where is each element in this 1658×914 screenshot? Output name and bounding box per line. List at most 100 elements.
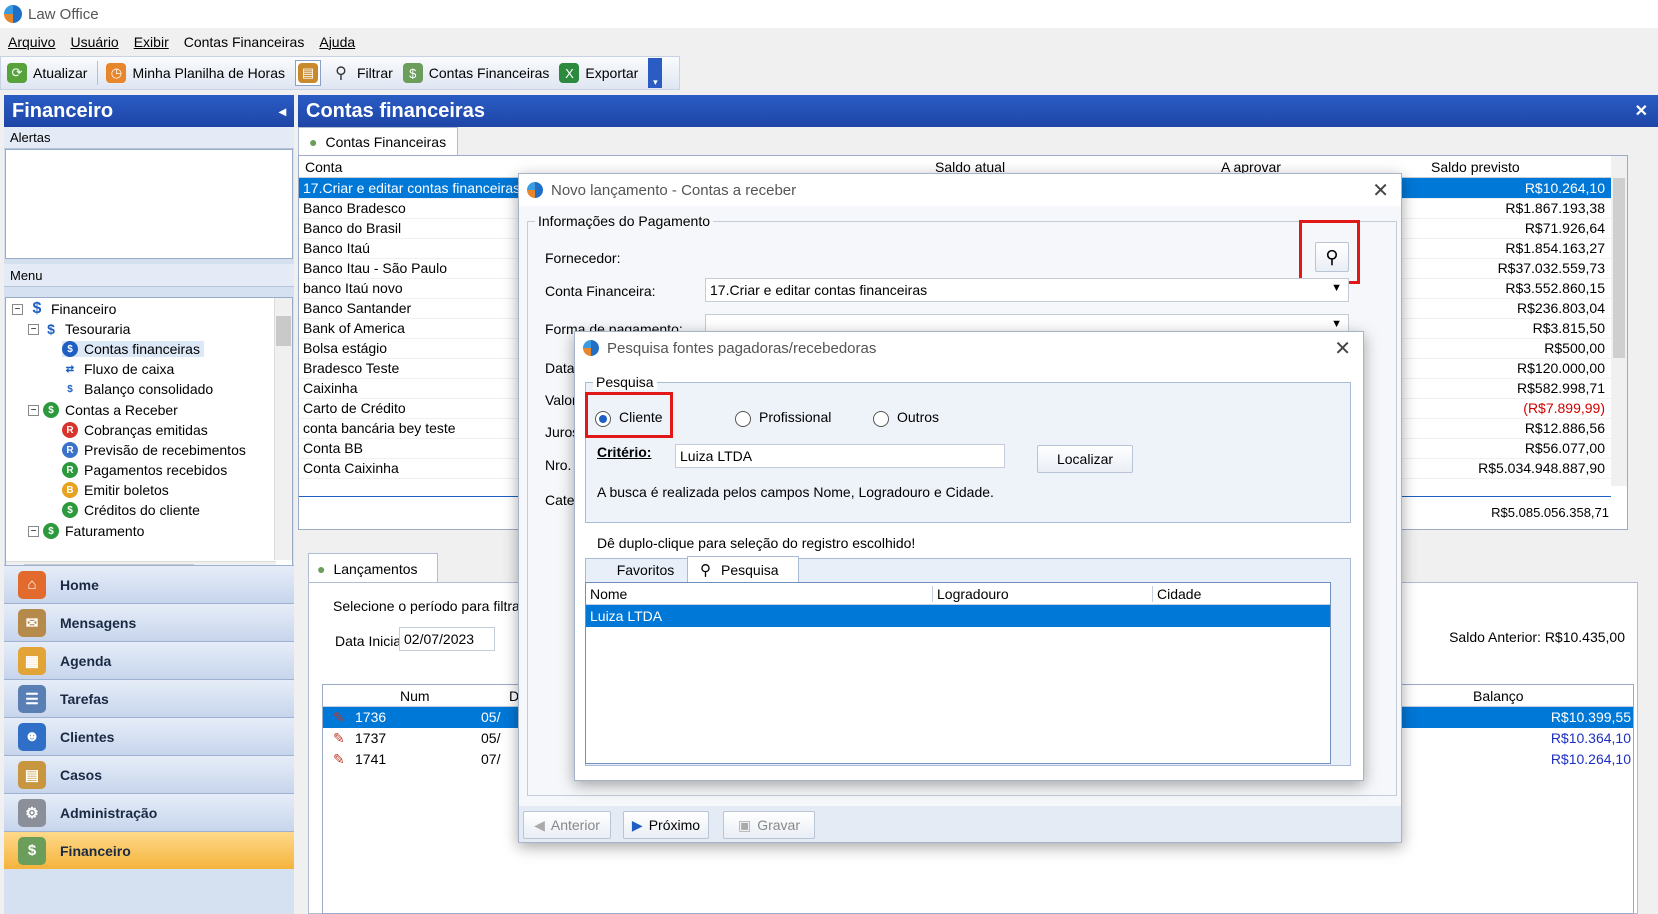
dialog2-close-icon[interactable]: ✕ <box>1334 336 1351 361</box>
row-saldo-previsto: R$3.815,50 <box>1532 320 1605 336</box>
saldo-anterior: Saldo Anterior: R$10.435,00 <box>1449 629 1625 645</box>
tree-vscrollbar[interactable] <box>274 298 292 560</box>
tasks-icon: ☰ <box>18 684 46 713</box>
calendar-icon: ▦ <box>18 646 46 675</box>
annotation-highlight <box>1299 220 1360 284</box>
menu-exibir[interactable]: Exibir <box>134 34 169 50</box>
tree-item-cobrancas[interactable]: R Cobranças emitidas <box>62 422 208 438</box>
row-saldo-previsto: R$56.077,00 <box>1524 440 1605 456</box>
radio-outros[interactable]: Outros <box>873 409 939 427</box>
row-conta: Conta Caixinha <box>303 460 399 476</box>
nav-home[interactable]: ⌂ Home <box>4 565 294 603</box>
atualizar-button[interactable]: ⟳ Atualizar <box>7 63 87 83</box>
conta-financeira-select[interactable]: 17.Criar e editar contas financeiras ▼ <box>705 278 1349 302</box>
row-saldo-previsto: R$5.034.948.887,90 <box>1478 460 1605 476</box>
dollar-icon: $ <box>32 300 42 317</box>
tree-item-contas-financeiras[interactable]: $ Contas financeiras <box>62 341 204 357</box>
tab-favoritos[interactable]: Favoritos <box>601 558 691 582</box>
tree-item-contas-receber[interactable]: − $ Contas a Receber <box>28 402 178 418</box>
tree-item-pagamentos[interactable]: R Pagamentos recebidos <box>62 462 227 478</box>
annotation-highlight <box>585 392 673 438</box>
tree-item-faturamento[interactable]: − $ Faturamento <box>28 523 144 539</box>
app-logo-icon <box>583 340 599 356</box>
radio-profissional[interactable]: Profissional <box>735 409 831 427</box>
edit-icon: ✎ <box>333 709 345 725</box>
row-saldo-previsto: R$12.886,56 <box>1524 420 1605 436</box>
pesquisa-dialog: Pesquisa fontes pagadoras/recebedoras ✕ P… <box>574 331 1364 781</box>
nav-administracao[interactable]: ⚙ Administração <box>4 793 294 831</box>
contas-button[interactable]: $ Contas Financeiras <box>402 63 549 83</box>
admin-icon: ⚙ <box>18 798 46 827</box>
col-nome[interactable]: Nome <box>590 586 627 602</box>
close-icon[interactable]: ✕ <box>1635 101 1648 121</box>
nav-casos[interactable]: ▤ Casos <box>4 755 294 793</box>
gravar-button[interactable]: ▣ Gravar <box>723 811 815 839</box>
menu-usuario[interactable]: Usuário <box>70 34 118 50</box>
tree-item-boletos[interactable]: B Emitir boletos <box>62 482 169 498</box>
edit-icon: ✎ <box>333 730 345 746</box>
window-title-bar: Law Office <box>0 0 1658 28</box>
nav-clientes[interactable]: ☻ Clientes <box>4 717 294 755</box>
planilha-button[interactable]: ◷ Minha Planilha de Horas <box>106 63 285 83</box>
double-click-hint: Dê duplo-clique para seleção do registro… <box>597 535 916 551</box>
radio-unchecked-icon <box>735 411 751 427</box>
proximo-button[interactable]: ▶ Próximo <box>623 811 709 839</box>
nav-financeiro[interactable]: $ Financeiro <box>4 831 294 869</box>
col-cidade[interactable]: Cidade <box>1152 586 1201 602</box>
anterior-button[interactable]: ◀ Anterior <box>523 811 611 839</box>
col-conta[interactable]: Conta <box>305 159 342 175</box>
dollar-icon: $ <box>62 341 78 357</box>
collapse-icon[interactable]: ◂ <box>279 103 286 120</box>
exportar-button[interactable]: X Exportar <box>559 63 638 83</box>
dialog1-close-icon[interactable]: ✕ <box>1372 178 1389 203</box>
result-row[interactable]: Luiza LTDA <box>586 605 1330 627</box>
tree-item-previsao[interactable]: R Previsão de recebimentos <box>62 442 246 458</box>
filtrar-button[interactable]: ⚲ Filtrar <box>331 63 393 83</box>
periodo-label: Selecione o período para filtra <box>333 598 520 614</box>
tab-contas-financeiras[interactable]: ● Contas Financeiras <box>298 127 458 155</box>
money-icon: ● <box>309 133 318 150</box>
toolbar: ⟳ Atualizar ◷ Minha Planilha de Horas ▤ ⚲ F… <box>0 56 680 90</box>
col-balanco[interactable]: Balanço <box>1473 688 1524 704</box>
tab-lancamentos[interactable]: ● Lançamentos <box>308 553 438 583</box>
boleto-icon: B <box>62 482 78 498</box>
app-logo-icon <box>527 182 543 198</box>
col-logradouro[interactable]: Logradouro <box>932 586 1009 602</box>
tree-item-fluxo[interactable]: ⇄ Fluxo de caixa <box>62 361 174 377</box>
layout-button[interactable]: ▤ <box>295 60 321 86</box>
tree-item-balanco[interactable]: $ Balanço consolidado <box>62 381 213 397</box>
toolbar-overflow-button[interactable]: ▾ <box>648 58 663 88</box>
grid-total: R$5.085.056.358,71 <box>1491 505 1609 520</box>
tree-item-tesouraria[interactable]: − $ Tesouraria <box>28 321 130 337</box>
data-inicial-field[interactable]: 02/07/2023 <box>399 627 495 651</box>
tree-item-creditos[interactable]: $ Créditos do cliente <box>62 502 200 518</box>
row-conta: Banco Bradesco <box>303 200 406 216</box>
row-conta: banco Itaú novo <box>303 280 403 296</box>
row-balanco: R$10.364,10 <box>1550 730 1631 746</box>
info-pagamento-label: Informações do Pagamento <box>535 213 713 229</box>
menu-contas-financeiras[interactable]: Contas Financeiras <box>184 34 305 50</box>
tab-pesquisa[interactable]: ⚲ Pesquisa <box>687 556 799 582</box>
nav-agenda[interactable]: ▦ Agenda <box>4 641 294 679</box>
col-num[interactable]: Num <box>400 688 430 704</box>
data-label: Data <box>545 360 575 376</box>
menu-ajuda[interactable]: Ajuda <box>319 34 355 50</box>
row-conta: Conta BB <box>303 440 363 456</box>
menu-arquivo[interactable]: Arquivo <box>8 34 55 50</box>
fornecedor-label: Fornecedor: <box>545 250 621 266</box>
nav-tarefas[interactable]: ☰ Tarefas <box>4 679 294 717</box>
nav-mensagens[interactable]: ✉ Mensagens <box>4 603 294 641</box>
nro-label: Nro. <box>545 457 572 473</box>
tree-item-financeiro[interactable]: − $ Financeiro <box>12 300 116 317</box>
row-conta: Caixinha <box>303 380 358 396</box>
row-balanco: R$10.264,10 <box>1550 751 1631 767</box>
row-saldo-previsto: R$236.803,04 <box>1517 300 1605 316</box>
col-saldo-previsto[interactable]: Saldo previsto <box>1431 159 1520 175</box>
row-balanco: R$10.399,55 <box>1550 709 1631 725</box>
grid-vscrollbar[interactable] <box>1611 156 1627 486</box>
criterio-input[interactable]: Luiza LTDA <box>675 444 1005 468</box>
r-icon: R <box>62 442 78 458</box>
row-saldo-previsto: R$10.264,10 <box>1524 180 1605 196</box>
row-data: 05/ <box>481 730 501 746</box>
localizar-button[interactable]: Localizar <box>1037 445 1133 473</box>
